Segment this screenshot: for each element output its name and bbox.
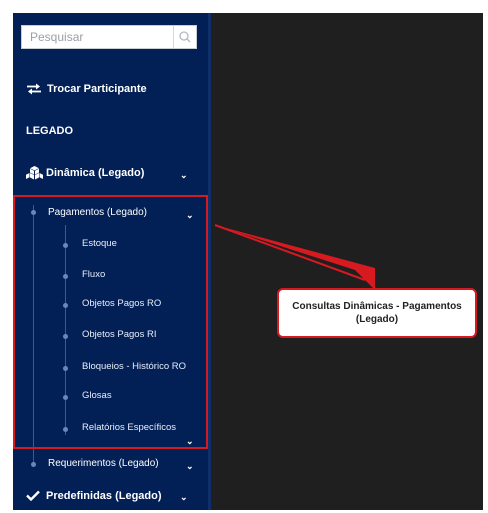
annotation-callout: Consultas Dinâmicas - Pagamentos (Legado… bbox=[277, 288, 477, 338]
annotation-arrow bbox=[214, 224, 375, 290]
annotation-callout-text: Consultas Dinâmicas - Pagamentos (Legado… bbox=[292, 301, 462, 325]
